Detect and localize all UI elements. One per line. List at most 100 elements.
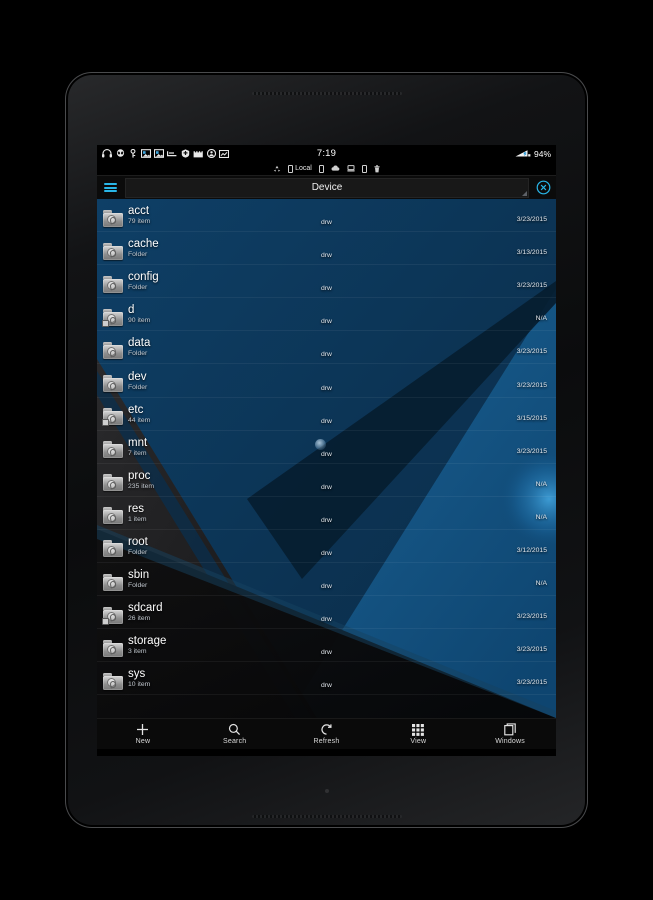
file-subtitle: 10 item [128,681,151,689]
file-date-column: 3/23/2015 [517,671,547,689]
toolbar-windows-label: Windows [495,738,525,745]
table-row[interactable]: config Folder drw 3/23/2015 [97,265,556,299]
table-row[interactable]: acct 79 item drw 3/23/2015 [97,199,556,233]
file-subtitle: 90 item [128,317,151,325]
folder-icon [103,540,123,558]
table-row[interactable]: cache Folder drw 3/13/2015 [97,232,556,266]
file-list[interactable]: acct 79 item drw 3/23/2015 cache Folder drw 3/1… [97,199,556,718]
table-row[interactable]: d 90 item drw N/A [97,298,556,332]
network-icon[interactable] [347,165,355,172]
table-row[interactable]: sbin Folder drw N/A [97,563,556,597]
file-name-column: proc 235 item [128,470,288,491]
recents-square-icon[interactable] [421,756,437,757]
status-bar-right-group: 94% [515,149,551,159]
file-permissions: drw [321,649,332,657]
file-name: d [128,304,135,317]
file-subtitle: 26 item [128,615,151,623]
file-permissions: drw [321,318,332,326]
top-speaker-grille [251,92,402,95]
file-date-column: 3/23/2015 [517,274,547,292]
row-separator [97,694,556,696]
file-rows-container[interactable]: acct 79 item drw 3/23/2015 cache Folder drw 3/1… [97,199,556,718]
file-subtitle: 235 item [128,482,155,490]
file-permissions: drw [321,285,332,293]
file-date: N/A [535,580,547,588]
file-date: 3/12/2015 [516,547,547,555]
folder-icon [102,308,123,327]
table-row[interactable]: sdcard 26 item drw 3/23/2015 [97,596,556,630]
toolbar-refresh-label: Refresh [313,738,340,745]
file-subtitle: 44 item [128,416,151,424]
resize-handle-icon[interactable] [522,190,527,196]
toolbar-search-button[interactable]: Search [189,723,281,745]
file-permissions: drw [321,550,332,558]
back-triangle-icon[interactable] [217,756,233,757]
file-subtitle: Folder [128,284,148,292]
file-name: data [128,337,151,350]
file-date-column: 3/23/2015 [517,208,547,226]
folder-icon [102,408,123,427]
file-date-column: N/A [536,473,547,491]
table-row[interactable]: sys 10 item drw 3/23/2015 [97,662,556,696]
path-input[interactable]: Device [125,177,529,198]
file-name: sys [128,668,146,681]
file-subtitle: 7 item [128,449,147,457]
app-title-bar: Device [97,175,556,199]
file-date: 3/13/2015 [516,249,547,257]
device-icon[interactable] [361,164,367,173]
file-name-column: cache Folder [128,238,288,259]
file-name: mnt [128,436,148,449]
table-row[interactable]: etc 44 item drw 3/15/2015 [97,398,556,431]
table-row[interactable]: res 1 item drw N/A [97,497,556,530]
table-row[interactable]: proc 235 item drw N/A [97,464,556,497]
cloud-icon[interactable] [331,165,340,172]
close-circle-icon[interactable] [531,176,556,199]
table-row[interactable]: storage 3 item drw 3/23/2015 [97,629,556,663]
file-date-column: 3/23/2015 [517,440,547,458]
home-circle-icon[interactable] [319,756,335,757]
file-subtitle: 3 item [128,648,147,656]
file-name: etc [128,403,144,416]
file-date: 3/23/2015 [516,679,547,687]
file-name-column: root Folder [128,536,288,557]
battery-charging-icon [515,149,531,159]
toolbar-view-button[interactable]: View [372,723,464,745]
file-date: 3/23/2015 [516,282,547,290]
folder-icon [103,341,123,359]
table-row[interactable]: dev Folder drw 3/23/2015 [97,364,556,398]
file-name: res [128,502,144,515]
notification-icon-group [102,149,229,159]
search-icon [228,723,241,736]
toolbar-new-button[interactable]: New [97,723,189,745]
file-subtitle: Folder [128,350,148,358]
toolbar-windows-button[interactable]: Windows [464,723,556,745]
trash-icon[interactable] [374,164,380,173]
table-row[interactable]: mnt 7 item drw 3/23/2015 [97,431,556,464]
folder-icon [103,507,123,525]
plus-icon [136,723,149,736]
tablet-device-frame: 7:19 94% Local Device acct 79 item drw 3… [66,73,587,827]
file-name-column: acct 79 item [128,205,288,226]
file-name-column: storage 3 item [128,635,288,656]
file-date-column: 3/13/2015 [517,241,547,259]
file-name: cache [128,238,159,251]
toolbar-new-label: New [135,738,151,745]
folder-icon [103,375,123,393]
hamburger-menu-icon[interactable] [97,176,123,199]
table-row[interactable]: root Folder drw 3/12/2015 [97,530,556,564]
file-name: storage [128,635,167,648]
file-subtitle: Folder [128,383,148,391]
file-permissions: drw [321,384,332,392]
chart-icon [219,149,229,159]
tab-local[interactable]: Local [288,164,312,173]
device-icon[interactable] [318,164,324,173]
screenshot-root: 7:19 94% Local Device acct 79 item drw 3… [0,0,653,900]
location-tab-strip[interactable]: Local [97,162,556,175]
file-subtitle: 79 item [128,218,151,226]
toolbar-refresh-button[interactable]: Refresh [281,723,373,745]
file-date-column: 3/23/2015 [517,374,547,392]
table-row[interactable]: data Folder drw 3/23/2015 [97,331,556,365]
recycle-icon[interactable] [273,165,281,173]
windows-copy-icon [503,723,517,736]
photo-icon [154,149,164,159]
